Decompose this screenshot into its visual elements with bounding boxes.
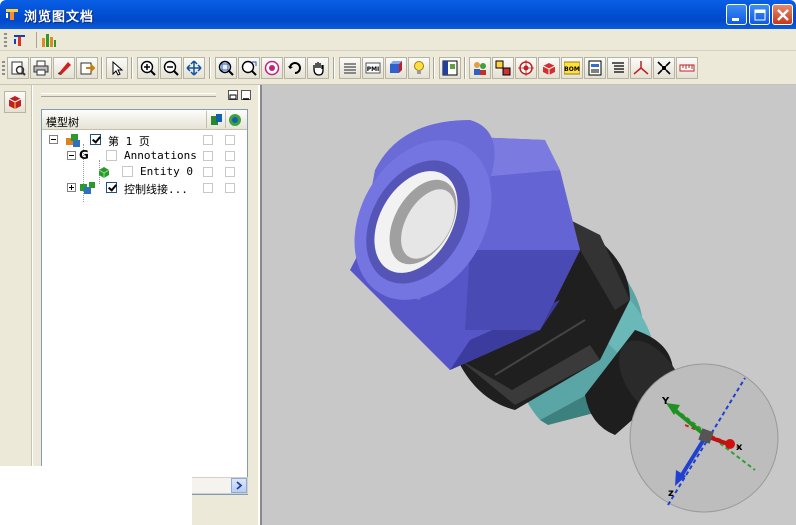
tree-column-label: 模型树 bbox=[46, 116, 79, 129]
row-visibility-box[interactable] bbox=[203, 135, 213, 145]
part-assembly-icon bbox=[79, 180, 97, 199]
panel-restore-button[interactable] bbox=[228, 90, 238, 100]
row-color-box[interactable] bbox=[225, 167, 235, 177]
axis-x-label: x bbox=[736, 442, 743, 453]
expand-toggle[interactable] bbox=[67, 183, 76, 192]
list-icon[interactable] bbox=[607, 57, 629, 79]
window-title: 浏览图文档 bbox=[24, 10, 95, 25]
menu-app-icon[interactable] bbox=[12, 32, 28, 51]
axis-triad-gizmo[interactable]: Y x z bbox=[629, 363, 779, 513]
panel-pin-button[interactable] bbox=[241, 90, 251, 100]
tree-header: 模型树 bbox=[42, 110, 247, 130]
zoom-in-icon[interactable] bbox=[137, 57, 159, 79]
axis-z-label: z bbox=[668, 488, 674, 499]
svg-text:PMI: PMI bbox=[367, 66, 380, 73]
row-checkbox[interactable] bbox=[122, 166, 133, 177]
menu-bar bbox=[0, 29, 796, 51]
rotate-icon[interactable] bbox=[284, 57, 306, 79]
color-column-icon[interactable] bbox=[225, 111, 243, 128]
row-color-box[interactable] bbox=[225, 183, 235, 193]
minimize-button[interactable] bbox=[726, 4, 747, 25]
tree-row-label: 第 1 页 bbox=[108, 135, 150, 148]
blank-area bbox=[0, 466, 192, 525]
panel-header bbox=[33, 85, 258, 105]
people-icon[interactable] bbox=[469, 57, 491, 79]
model-tree[interactable]: 模型树 第 1 页 G Annotations Entity 0 控制线接... bbox=[41, 109, 248, 495]
row-visibility-box[interactable] bbox=[203, 167, 213, 177]
scroll-right-button[interactable] bbox=[231, 478, 247, 493]
row-checkbox[interactable] bbox=[90, 134, 101, 145]
main-toolbar: PMI BOM bbox=[0, 51, 796, 85]
bom-icon[interactable]: BOM bbox=[561, 57, 583, 79]
tree-row-annotations[interactable]: G Annotations bbox=[42, 148, 247, 164]
tree-row-label: Entity 0 bbox=[140, 165, 193, 178]
report-icon[interactable] bbox=[584, 57, 606, 79]
row-visibility-box[interactable] bbox=[203, 151, 213, 161]
hand-pan-icon[interactable] bbox=[307, 57, 329, 79]
select-arrow-icon[interactable] bbox=[106, 57, 128, 79]
axis-icon[interactable] bbox=[630, 57, 652, 79]
left-tool-strip bbox=[0, 85, 32, 525]
panel-toggle-icon[interactable] bbox=[439, 57, 461, 79]
row-color-box[interactable] bbox=[225, 151, 235, 161]
print-icon[interactable] bbox=[30, 57, 52, 79]
tree-row-entity[interactable]: Entity 0 bbox=[42, 164, 247, 180]
row-visibility-box[interactable] bbox=[203, 183, 213, 193]
export-icon[interactable] bbox=[76, 57, 98, 79]
cube-icon[interactable] bbox=[538, 57, 560, 79]
3d-model-render: Y x z bbox=[350, 120, 779, 513]
svg-text:BOM: BOM bbox=[564, 66, 580, 73]
collapse-toggle[interactable] bbox=[49, 135, 58, 144]
row-checkbox[interactable] bbox=[106, 182, 117, 193]
layers-icon[interactable] bbox=[339, 57, 361, 79]
zoom-out-icon[interactable] bbox=[160, 57, 182, 79]
tree-row-label: 控制线接... bbox=[124, 183, 188, 196]
tree-row-label: Annotations bbox=[124, 149, 197, 162]
explode-icon[interactable] bbox=[653, 57, 675, 79]
app-icon bbox=[4, 6, 20, 22]
close-button[interactable] bbox=[772, 4, 793, 25]
title-bar: 浏览图文档 bbox=[0, 0, 796, 29]
model-icon[interactable] bbox=[385, 57, 407, 79]
menu-gripper[interactable] bbox=[4, 33, 7, 47]
tree-row-page[interactable]: 第 1 页 bbox=[42, 132, 247, 148]
model-tree-panel: 模型树 第 1 页 G Annotations Entity 0 控制线接... bbox=[33, 85, 258, 525]
panel-gripper[interactable] bbox=[41, 93, 216, 97]
annotation-g-icon: G bbox=[79, 148, 89, 162]
markup-pen-icon[interactable] bbox=[53, 57, 75, 79]
measure-icon[interactable] bbox=[492, 57, 514, 79]
pan-move-icon[interactable] bbox=[183, 57, 205, 79]
row-checkbox[interactable] bbox=[106, 150, 117, 161]
zoom-fit-icon[interactable] bbox=[238, 57, 260, 79]
print-preview-icon[interactable] bbox=[7, 57, 29, 79]
3d-viewport[interactable]: Y x z bbox=[260, 85, 796, 525]
pmi-icon[interactable]: PMI bbox=[362, 57, 384, 79]
ruler-icon[interactable] bbox=[676, 57, 698, 79]
target-section-icon[interactable] bbox=[515, 57, 537, 79]
axis-y-label: Y bbox=[661, 396, 670, 407]
maximize-button[interactable] bbox=[749, 4, 770, 25]
menu-chart-icon[interactable] bbox=[41, 32, 57, 51]
lightbulb-icon[interactable] bbox=[408, 57, 430, 79]
entity-cube-icon bbox=[98, 166, 110, 181]
collapse-toggle[interactable] bbox=[67, 151, 76, 160]
zoom-window-icon[interactable] bbox=[215, 57, 237, 79]
visibility-column-icon[interactable] bbox=[206, 111, 224, 128]
tree-row-part[interactable]: 控制线接... bbox=[42, 180, 247, 196]
zoom-target-icon[interactable] bbox=[261, 57, 283, 79]
row-color-box[interactable] bbox=[225, 135, 235, 145]
cube-view-icon[interactable] bbox=[4, 91, 26, 113]
